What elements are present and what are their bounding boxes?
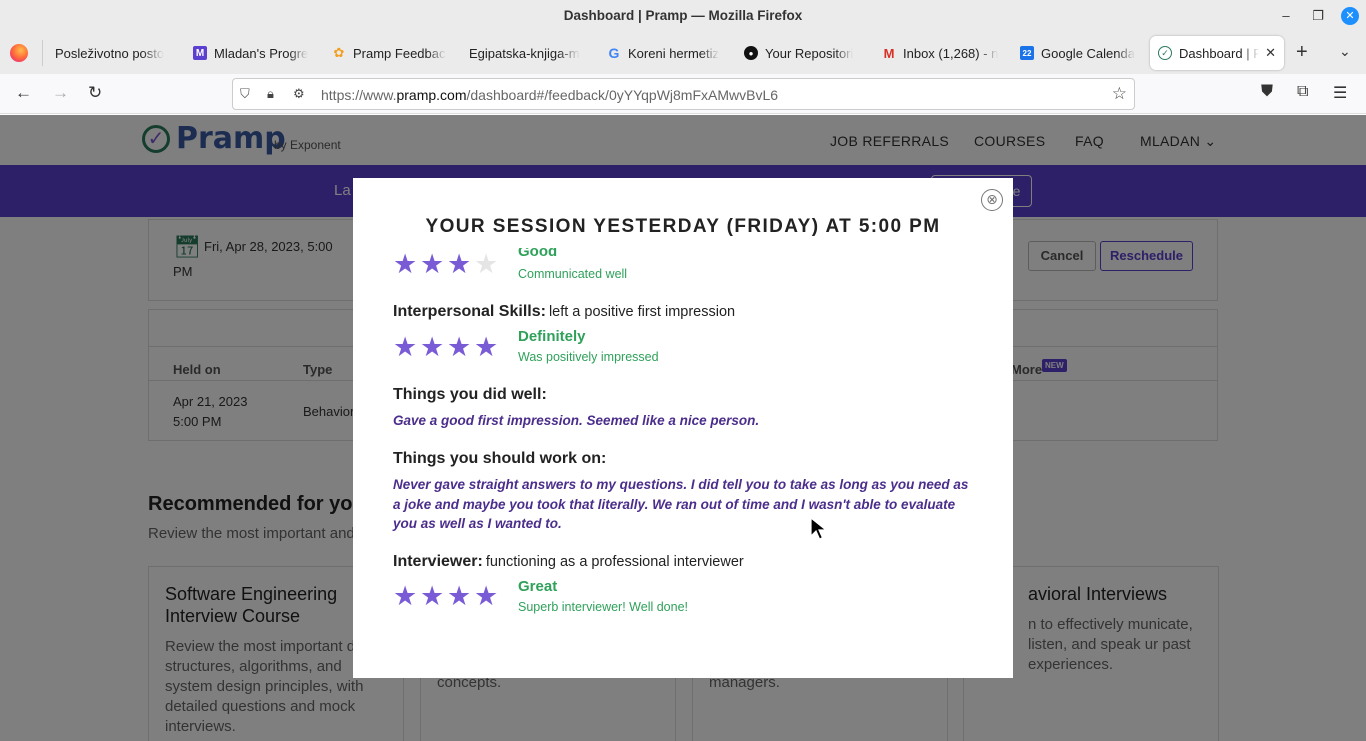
star-filled-icon: ★ — [420, 581, 445, 611]
mouse-cursor-icon — [810, 517, 828, 540]
star-filled-icon: ★ — [474, 332, 499, 362]
gmail-favicon-icon: M — [883, 45, 895, 61]
rating-stars: ★ ★ ★ ★ — [393, 334, 498, 361]
google-favicon-icon: G — [608, 45, 620, 61]
star-filled-icon: ★ — [447, 332, 472, 362]
star-filled-icon: ★ — [393, 581, 418, 611]
back-arrow-icon[interactable]: ← — [15, 83, 32, 103]
reload-icon[interactable]: ↻ — [88, 83, 102, 103]
work-on-heading: Things you should work on: — [393, 450, 607, 467]
forward-arrow-icon[interactable]: → — [52, 83, 69, 103]
feedback-scroll-area[interactable]: ★ ★ ★ ★ Good Communicated well Interpers… — [353, 248, 1013, 678]
tab-separator — [42, 40, 43, 66]
modal-close-icon[interactable]: ⊗ — [981, 189, 1003, 211]
url-text[interactable]: https://www.pramp.com/dashboard#/feedbac… — [321, 87, 778, 103]
tab-label: Dashboard | P — [1179, 45, 1260, 61]
star-filled-icon: ★ — [393, 249, 418, 279]
window-titlebar: Dashboard | Pramp — Mozilla Firefox – ❐ … — [0, 0, 1366, 32]
pocket-icon[interactable]: ⛊ — [1261, 83, 1273, 101]
tab-bar: Posleživotno posto M Mladan's Progre ✿ P… — [0, 32, 1366, 74]
airtable-favicon-icon: ✿ — [333, 45, 345, 60]
extensions-icon[interactable]: ⧉ — [1297, 83, 1308, 101]
lock-icon[interactable]: 🔒︎ — [267, 86, 274, 102]
rating-desc: Superb interviewer! Well done! — [518, 600, 688, 614]
did-well-heading: Things you did well: — [393, 386, 547, 403]
tab-label: Koreni hermetiz — [628, 45, 720, 61]
tab-label: Posleživotno posto — [55, 45, 165, 61]
rating-label: Definitely — [518, 328, 586, 345]
new-tab-button[interactable]: + — [1296, 41, 1308, 64]
tab-0[interactable]: Posleživotno posto — [55, 36, 173, 70]
rating-desc: Was positively impressed — [518, 350, 659, 364]
tab-4[interactable]: G Koreni hermetiz — [607, 36, 725, 70]
star-filled-icon: ★ — [447, 249, 472, 279]
tab-3[interactable]: Egipatska-knjiga-m — [469, 36, 587, 70]
tab-6[interactable]: M Inbox (1,268) - n — [882, 36, 1000, 70]
maximize-button[interactable]: ❐ — [1309, 7, 1327, 25]
star-filled-icon: ★ — [474, 581, 499, 611]
firefox-view-icon[interactable] — [10, 44, 28, 62]
navigation-toolbar: ← → ↻ ⛉ 🔒︎ ⚙︎ https://www.pramp.com/dash… — [0, 74, 1366, 114]
list-all-tabs-chevron-down-icon[interactable]: ⌄ — [1339, 43, 1351, 60]
pramp-favicon-icon: ✓ — [1158, 46, 1172, 60]
work-on-comment: Never gave straight answers to my questi… — [393, 477, 969, 531]
interviewer-heading: Interviewer: functioning as a professiona… — [393, 553, 744, 570]
tab-label: Your Repositori — [765, 45, 854, 61]
tab-5[interactable]: ● Your Repositori — [744, 36, 862, 70]
rating-desc: Communicated well — [518, 267, 628, 281]
tab-label: Pramp Feedbac — [353, 45, 446, 61]
did-well-comment: Gave a good first impression. Seemed lik… — [393, 413, 760, 428]
rating-stars: ★ ★ ★ ★ — [393, 251, 498, 278]
google-calendar-favicon-icon: 22 — [1020, 46, 1034, 60]
minimize-button[interactable]: – — [1277, 7, 1295, 25]
shield-icon[interactable]: ⛉ — [240, 86, 250, 102]
feedback-modal: ⊗ YOUR SESSION YESTERDAY (FRIDAY) AT 5:0… — [353, 178, 1013, 678]
tab-label: Mladan's Progre — [214, 45, 309, 61]
permissions-icon[interactable]: ⚙︎ — [293, 86, 305, 102]
rating-stars: ★ ★ ★ ★ — [393, 583, 498, 610]
tab-label: Google Calenda — [1041, 45, 1135, 61]
rating-label: Great — [518, 578, 558, 595]
close-window-button[interactable]: ✕ — [1341, 7, 1359, 25]
star-filled-icon: ★ — [393, 332, 418, 362]
tab-close-icon[interactable]: ✕ — [1265, 45, 1276, 61]
github-favicon-icon: ● — [744, 46, 758, 60]
tab-label: Egipatska-knjiga-m — [469, 45, 580, 61]
mladan-progress-favicon-icon: M — [193, 46, 207, 60]
tab-label: Inbox (1,268) - n — [903, 45, 999, 61]
star-empty-icon: ★ — [474, 249, 499, 279]
star-filled-icon: ★ — [420, 332, 445, 362]
tab-1[interactable]: M Mladan's Progre — [193, 36, 311, 70]
rating-label: Good — [518, 248, 558, 260]
tab-2[interactable]: ✿ Pramp Feedbac — [332, 36, 450, 70]
bookmark-star-icon[interactable]: ☆ — [1112, 84, 1127, 104]
url-bar[interactable]: ⛉ 🔒︎ ⚙︎ https://www.pramp.com/dashboard#… — [232, 78, 1135, 110]
tab-dashboard-active[interactable]: ✓ Dashboard | P ✕ — [1150, 36, 1284, 70]
window-title: Dashboard | Pramp — Mozilla Firefox — [563, 8, 803, 23]
star-filled-icon: ★ — [447, 581, 472, 611]
tab-7[interactable]: 22 Google Calenda — [1020, 36, 1138, 70]
menu-hamburger-icon[interactable]: ☰ — [1333, 83, 1347, 103]
star-filled-icon: ★ — [420, 249, 445, 279]
interpersonal-skills-heading: Interpersonal Skills: left a positive fir… — [393, 303, 736, 320]
modal-title: YOUR SESSION YESTERDAY (FRIDAY) AT 5:00 … — [425, 216, 941, 237]
